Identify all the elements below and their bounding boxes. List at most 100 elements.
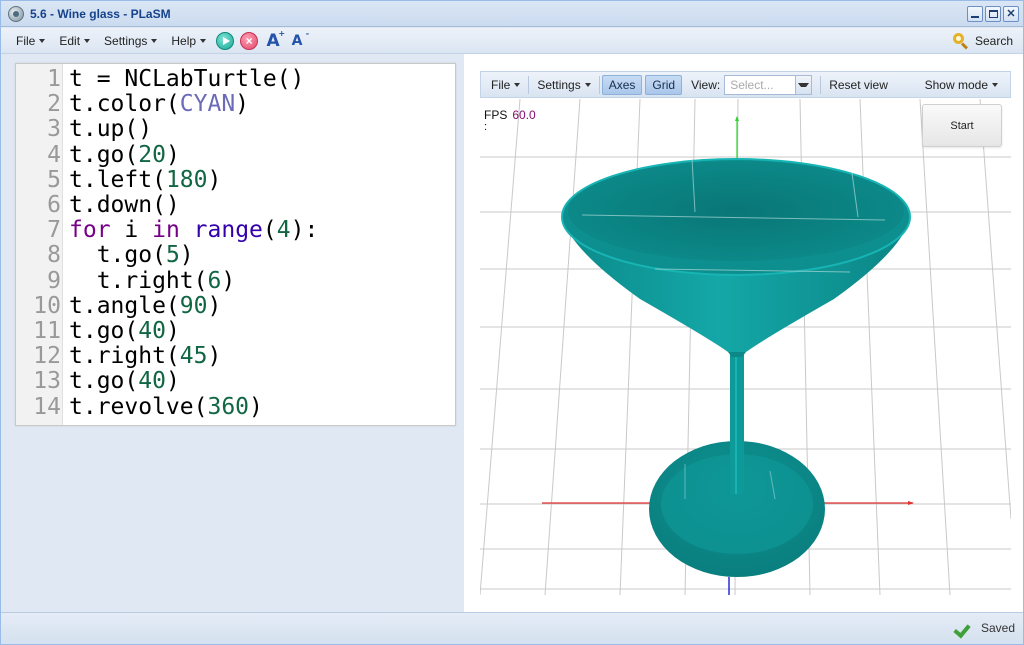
code-token: in — [152, 217, 180, 244]
chevron-down-icon[interactable] — [795, 75, 812, 94]
code-text: t.go(40) — [69, 318, 180, 344]
viewer-file-label: File — [491, 77, 511, 92]
search-button[interactable]: Search — [952, 32, 1013, 50]
line-number: 8 — [47, 242, 61, 269]
code-token: 4 — [276, 217, 291, 244]
code-line[interactable]: 4 t.go(20) — [16, 142, 455, 168]
chevron-down-icon — [992, 82, 998, 87]
chevron-down-icon — [584, 82, 591, 87]
menu-edit[interactable]: Edit — [52, 34, 97, 48]
code-token: t.go( — [69, 242, 166, 269]
font-decrease-icon[interactable]: A- — [288, 29, 309, 50]
menu-file[interactable]: File — [9, 34, 52, 48]
code-token: 40 — [138, 368, 166, 395]
code-token: t.left( — [69, 166, 166, 193]
saved-label: Saved — [980, 621, 1015, 635]
code-token: ) — [221, 267, 236, 294]
code-token: t.right( — [69, 343, 180, 370]
viewer-settings-menu[interactable]: Settings — [531, 78, 596, 92]
code-line[interactable]: 14 t.revolve(360) — [16, 393, 455, 420]
code-token: ) — [249, 393, 263, 420]
code-line[interactable]: 12 t.right(45) — [16, 343, 455, 370]
show-mode-menu[interactable]: Show mode — [919, 78, 1004, 92]
line-number: 1 — [47, 66, 61, 92]
menu-settings[interactable]: Settings — [97, 34, 164, 48]
chevron-down-icon — [200, 38, 207, 43]
menu-file-label: File — [16, 33, 36, 48]
code-line[interactable]: 11 t.go(40) — [16, 318, 455, 344]
code-line[interactable]: 2 t.color(CYAN) — [16, 91, 455, 118]
start-button[interactable]: Start — [922, 104, 1002, 147]
minimize-button[interactable] — [967, 6, 983, 22]
viewer-settings-label: Settings — [537, 77, 581, 92]
wine-glass-model — [561, 158, 911, 577]
search-label: Search — [974, 33, 1013, 48]
line-number: 12 — [33, 343, 61, 370]
toolbar-separator — [528, 75, 530, 94]
line-number: 2 — [47, 91, 61, 118]
code-line[interactable]: 1 t = NCLabTurtle() — [16, 66, 455, 92]
app-logo-icon — [8, 5, 24, 22]
title-bar: 5.6 - Wine glass - PLaSM ✕ — [1, 1, 1023, 27]
grid-toggle[interactable]: Grid — [645, 74, 683, 95]
code-text: t.color(CYAN) — [69, 92, 249, 117]
code-token: 40 — [138, 318, 166, 344]
minimize-icon — [971, 16, 979, 18]
code-line[interactable]: 6 t.down() — [16, 192, 455, 218]
plasm-viewer-panel: File Settings Axes Grid View: Select... … — [464, 54, 1023, 612]
reset-view-button[interactable]: Reset view — [823, 78, 894, 92]
code-token: t.color( — [69, 91, 180, 118]
toolbar-separator — [820, 75, 822, 94]
menu-help[interactable]: Help — [164, 34, 213, 48]
viewer-toolbar: File Settings Axes Grid View: Select... … — [480, 71, 1011, 98]
stop-icon[interactable]: × — [240, 31, 259, 50]
window-title: 5.6 - Wine glass - PLaSM — [30, 6, 171, 21]
code-editor[interactable]: 1t = NCLabTurtle() 2 t.color(CYAN) 3 t.up() 4… — [15, 63, 456, 426]
code-line[interactable]: 5 t.left(180) — [16, 166, 455, 193]
checkmark-icon — [955, 621, 973, 635]
viewer-file-menu[interactable]: File — [485, 78, 526, 92]
view-label: View: — [691, 77, 721, 92]
maximize-button[interactable] — [985, 6, 1001, 22]
code-token: t.right( — [69, 267, 208, 294]
chevron-down-icon — [151, 38, 158, 43]
code-line[interactable]: 13 t.go(40) — [16, 369, 455, 394]
axes-toggle[interactable]: Axes — [601, 74, 643, 95]
code-line[interactable]: 7 for i in range(4): — [16, 217, 455, 244]
show-mode-label: Show mode — [924, 77, 988, 92]
code-token: ): — [290, 217, 319, 244]
code-line[interactable]: 3 t.up() — [16, 117, 455, 142]
close-icon: ✕ — [1006, 7, 1016, 20]
code-text: t.revolve(360) — [69, 393, 263, 420]
code-token: t.revolve( — [69, 393, 208, 420]
code-text: t.go(5) — [69, 243, 194, 268]
y-axis-arrow-icon — [735, 116, 739, 121]
status-bar: Saved — [1, 612, 1023, 644]
view-select[interactable]: Select... — [724, 74, 813, 95]
code-token: 5 — [165, 242, 180, 269]
code-line[interactable]: 9 t.right(6) — [16, 267, 455, 294]
font-increase-icon[interactable]: A + — [264, 29, 285, 51]
code-token: ) — [235, 91, 250, 118]
code-line[interactable]: 10 t.angle(90) — [16, 292, 455, 319]
3d-canvas[interactable]: FPS 60.0 : Start — [480, 99, 1011, 595]
code-token: ) — [207, 343, 222, 370]
code-token: 6 — [207, 267, 222, 294]
chevron-down-icon — [84, 38, 91, 43]
code-token: 45 — [179, 343, 208, 370]
code-token: CYAN — [179, 91, 236, 118]
close-button[interactable]: ✕ — [1003, 6, 1019, 22]
play-icon[interactable] — [216, 31, 235, 50]
code-line[interactable]: 8 t.go(5) — [16, 243, 455, 268]
code-text: t.right(6) — [69, 267, 236, 294]
fps-value: 60.0 — [512, 108, 536, 122]
scene-svg — [480, 99, 1011, 595]
code-token: ) — [179, 242, 194, 269]
code-text: t.down() — [69, 192, 180, 218]
menu-bar: File Edit Settings Help × A + A- Search — [1, 28, 1023, 54]
line-number: 10 — [33, 292, 61, 319]
code-token: t.down() — [69, 192, 180, 218]
line-number: 14 — [33, 393, 61, 420]
code-text: t.go(20) — [69, 142, 180, 168]
